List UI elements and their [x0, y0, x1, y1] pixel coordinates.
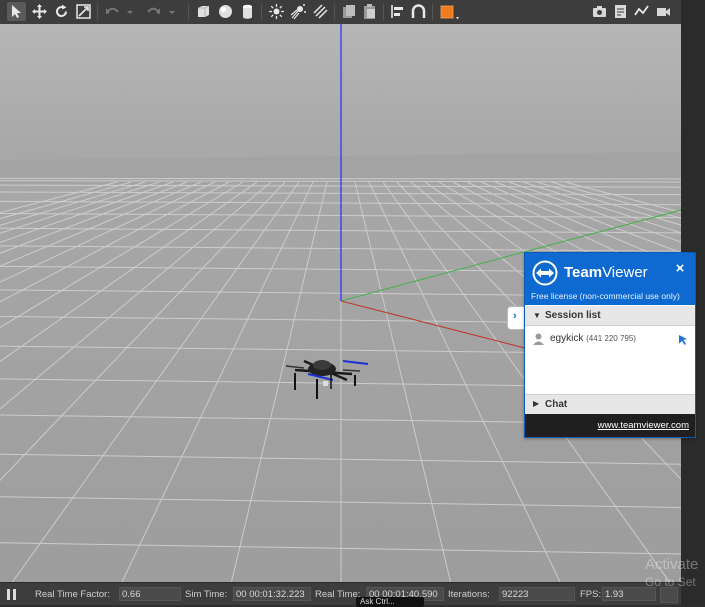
- dropdown-icon[interactable]: [124, 2, 134, 21]
- cylinder-shape-icon[interactable]: [238, 2, 257, 21]
- color-palette-icon[interactable]: [438, 2, 462, 21]
- real-time-label: Real Time:: [315, 589, 361, 600]
- triangle-right-icon: ▶: [533, 399, 540, 408]
- real-time-factor-value: 0.66: [119, 587, 181, 601]
- session-list-item[interactable]: egykick (441 220 795): [525, 331, 695, 349]
- triangle-down-icon: ▼: [533, 311, 541, 320]
- point-light-icon[interactable]: [267, 2, 286, 21]
- real-time-factor-label: Real Time Factor:: [35, 589, 110, 600]
- teamviewer-brand: TeamViewer: [564, 264, 648, 281]
- contact-name: egykick: [550, 333, 584, 344]
- watermark-line-2: Go to Set: [645, 575, 696, 589]
- fps-label: FPS:: [580, 589, 602, 600]
- sphere-shape-icon[interactable]: [216, 2, 235, 21]
- scale-icon[interactable]: [74, 2, 93, 21]
- tooltip: Ask Ctrl...: [356, 597, 424, 607]
- session-list-header[interactable]: ▼ Session list: [525, 306, 695, 326]
- teamviewer-header: TeamViewer × Free license (non-commercia…: [525, 253, 695, 305]
- redo-icon[interactable]: [144, 2, 163, 21]
- directional-light-icon[interactable]: [311, 2, 330, 21]
- user-icon: [533, 333, 544, 345]
- chat-label: Chat: [545, 399, 568, 410]
- pause-button[interactable]: [7, 589, 17, 600]
- fps-value: 1.93: [602, 587, 656, 601]
- undo-icon[interactable]: [103, 2, 122, 21]
- iterations-label: Iterations:: [448, 589, 490, 600]
- align-icon[interactable]: [388, 2, 407, 21]
- teamviewer-website-link[interactable]: www.teamviewer.com: [598, 420, 689, 431]
- chat-header[interactable]: ▶ Chat: [525, 394, 695, 414]
- translate-icon[interactable]: [30, 2, 49, 21]
- session-list-label: Session list: [545, 310, 601, 321]
- snap-icon[interactable]: [409, 2, 428, 21]
- teamviewer-logo-icon: [532, 260, 558, 286]
- chevron-right-icon: ›: [513, 310, 517, 322]
- sim-time-label: Sim Time:: [185, 589, 228, 600]
- paste-icon[interactable]: [360, 2, 379, 21]
- teamviewer-panel: TeamViewer × Free license (non-commercia…: [524, 252, 696, 438]
- watermark-line-1: Activate: [645, 556, 699, 573]
- box-shape-icon[interactable]: [194, 2, 213, 21]
- copy-icon[interactable]: [339, 2, 358, 21]
- teamviewer-footer: www.teamviewer.com: [525, 414, 695, 437]
- status-bar: Real Time Factor: 0.66 Sim Time: 00 00:0…: [0, 582, 681, 605]
- video-record-icon[interactable]: [654, 2, 673, 21]
- windows-activation-watermark: Activate Go to Set: [645, 556, 698, 589]
- screenshot-icon[interactable]: [590, 2, 609, 21]
- iterations-value: 92223: [499, 587, 575, 601]
- toolbar: [0, 0, 681, 25]
- dropdown-icon[interactable]: [166, 2, 176, 21]
- contact-id: (441 220 795): [586, 334, 636, 343]
- close-icon[interactable]: ×: [673, 261, 687, 276]
- rotate-icon[interactable]: [52, 2, 71, 21]
- spot-light-icon[interactable]: [289, 2, 308, 21]
- plot-icon[interactable]: [632, 2, 651, 21]
- sim-time-value: 00 00:01:32.223: [233, 587, 311, 601]
- log-icon[interactable]: [611, 2, 630, 21]
- cursor-arrow-icon[interactable]: [677, 334, 689, 346]
- step-button[interactable]: [660, 587, 678, 603]
- license-text: Free license (non-commercial use only): [531, 291, 680, 301]
- select-arrow-icon[interactable]: [7, 2, 26, 21]
